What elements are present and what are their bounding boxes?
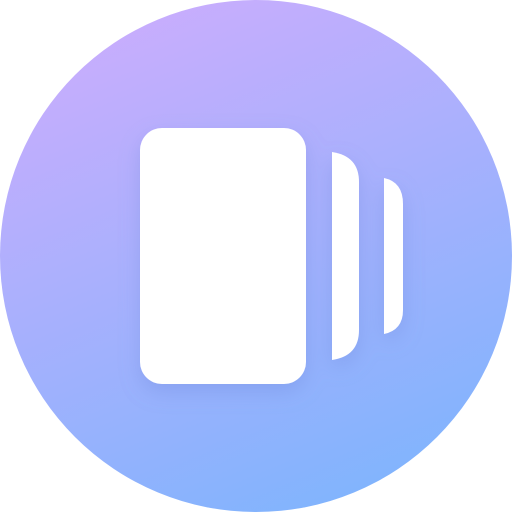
back-card [384,178,403,334]
card-stack-icon [0,0,512,512]
middle-card [332,152,359,360]
front-card [140,128,306,384]
app-icon [0,0,512,512]
